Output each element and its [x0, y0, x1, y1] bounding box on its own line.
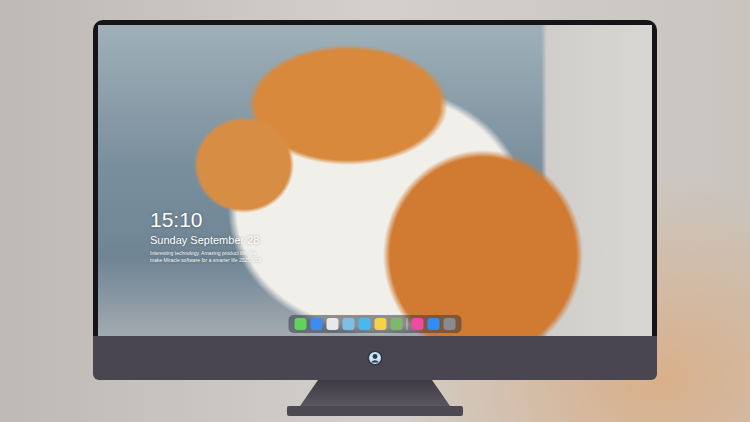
dock-app-icon[interactable] [428, 318, 440, 330]
dock-app-icon[interactable] [444, 318, 456, 330]
clock-text: 15:10 [150, 208, 261, 231]
lock-screen-info: 15:10 Sunday September 28 Interesting tech… [150, 208, 261, 263]
monitor-chin [93, 336, 657, 380]
dock-separator [407, 318, 408, 330]
dock-app-icon[interactable] [391, 318, 403, 330]
monitor-stand [300, 380, 450, 406]
dock-app-icon[interactable] [311, 318, 323, 330]
dock-app-icon[interactable] [359, 318, 371, 330]
note-line: make Miracle software for a smarter life… [150, 257, 261, 263]
screen-wallpaper: 15:10 Sunday September 28 Interesting tech… [98, 25, 652, 336]
dock-app-icon[interactable] [375, 318, 387, 330]
dock-app-icon[interactable] [327, 318, 339, 330]
note-line: Interesting technology. Amazing product … [150, 250, 261, 256]
brand-logo-icon [367, 350, 383, 366]
dock-app-icon[interactable] [295, 318, 307, 330]
monitor-bezel: 15:10 Sunday September 28 Interesting tech… [93, 20, 657, 336]
dock [289, 315, 462, 333]
monitor-base [287, 406, 463, 416]
desktop-stage: 15:10 Sunday September 28 Interesting tech… [0, 0, 750, 422]
dock-app-icon[interactable] [412, 318, 424, 330]
note-text: Interesting technology. Amazing product … [150, 250, 261, 263]
date-text: Sunday September 28 [150, 233, 261, 247]
dock-app-icon[interactable] [343, 318, 355, 330]
